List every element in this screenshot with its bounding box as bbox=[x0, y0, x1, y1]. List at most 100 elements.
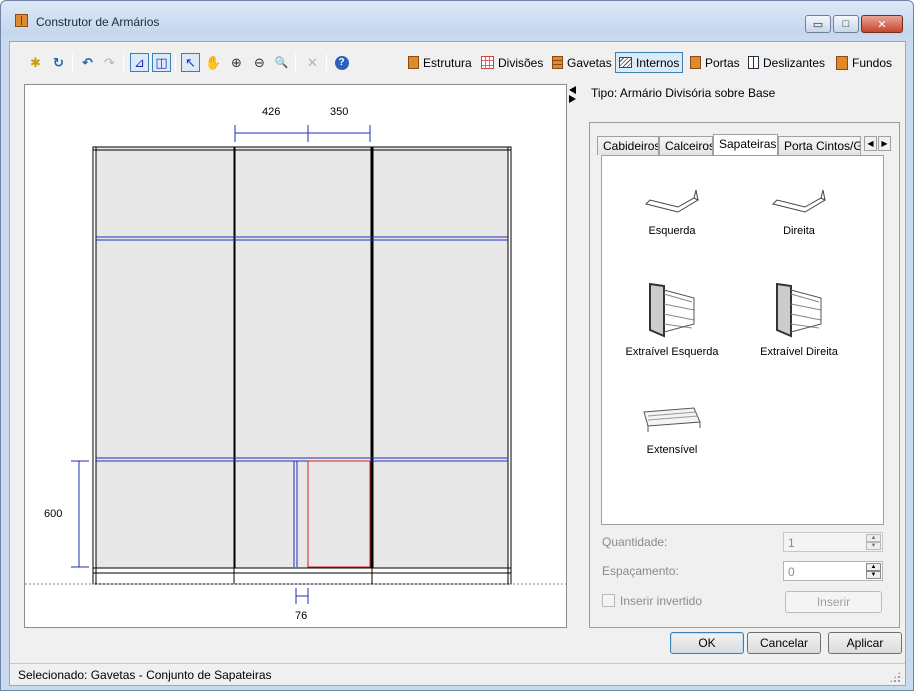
toolbar-separator bbox=[175, 54, 176, 71]
fundos-label: Fundos bbox=[852, 55, 893, 70]
divisoes-label: Divisões bbox=[498, 55, 544, 70]
help-button[interactable]: ? bbox=[332, 53, 351, 72]
shoe-rack-extraivel-esquerda[interactable]: Extraível Esquerda bbox=[612, 280, 732, 358]
tab-cabideiros[interactable]: Cabideiros bbox=[597, 136, 659, 155]
cabinet-type-label: Tipo: Armário Divisória sobre Base bbox=[591, 86, 776, 100]
tab-scroll-right-icon[interactable]: ▶ bbox=[878, 136, 891, 151]
portas-label: Portas bbox=[705, 55, 740, 70]
status-text: Selecionado: Gavetas - Conjunto de Sapat… bbox=[18, 668, 272, 682]
shoe-rack-right-icon bbox=[772, 189, 827, 213]
inserir-invertido-label: Inserir invertido bbox=[620, 594, 703, 608]
minimize-button[interactable]: ▭ bbox=[805, 15, 831, 33]
toolbar: ✱ ↻ ↶ ↷ ⊿ ◫ ↖ ✋ ⊕ ⊖ 🔍 ✕ ? Estrutura Divi… bbox=[10, 42, 905, 82]
zoom-fit-icon[interactable]: 🔍 bbox=[272, 53, 291, 72]
new-icon[interactable]: ✱ bbox=[26, 53, 45, 72]
drawer-icon bbox=[552, 56, 563, 69]
toolbar-separator bbox=[295, 54, 296, 71]
sliding-door-icon bbox=[748, 56, 759, 69]
undo-icon[interactable]: ↶ bbox=[78, 53, 97, 72]
apply-button[interactable]: Aplicar bbox=[828, 632, 902, 654]
view-a-icon[interactable]: ⊿ bbox=[130, 53, 149, 72]
quantidade-down-icon[interactable]: ▼ bbox=[866, 542, 881, 550]
espacamento-label: Espaçamento: bbox=[602, 564, 679, 578]
espacamento-value: 0 bbox=[788, 565, 795, 579]
close-button[interactable]: ✕ bbox=[861, 15, 903, 33]
deslizantes-button[interactable]: Deslizantes bbox=[745, 52, 828, 73]
inserir-invertido-box bbox=[602, 594, 615, 607]
shoe-rack-direita-label: Direita bbox=[783, 225, 815, 237]
pan-hand-icon[interactable]: ✋ bbox=[204, 53, 223, 72]
refresh-icon[interactable]: ↻ bbox=[49, 53, 68, 72]
grid-icon bbox=[481, 56, 494, 69]
estrutura-label: Estrutura bbox=[423, 55, 472, 70]
espacamento-down-icon[interactable]: ▼ bbox=[866, 571, 881, 579]
espacamento-up-icon[interactable]: ▲ bbox=[866, 563, 881, 571]
quantidade-up-icon[interactable]: ▲ bbox=[866, 534, 881, 542]
zoom-in-icon[interactable]: ⊕ bbox=[227, 53, 246, 72]
internos-label: Internos bbox=[636, 55, 680, 70]
estrutura-button[interactable]: Estrutura bbox=[405, 52, 475, 73]
toolbar-separator bbox=[326, 54, 327, 71]
quantidade-value: 1 bbox=[788, 536, 795, 550]
shoe-rack-extraivel-direita[interactable]: Extraível Direita bbox=[739, 280, 859, 358]
shoe-rack-extensivel-label: Extensível bbox=[646, 444, 698, 456]
toolbar-separator bbox=[72, 54, 73, 71]
bottom-dimension bbox=[295, 588, 309, 604]
pullout-rack-right-icon bbox=[776, 282, 822, 338]
internos-panel: Cabideiros Calceiros Sapateiras Porta Ci… bbox=[589, 122, 900, 628]
shoe-rack-direita[interactable]: Direita bbox=[739, 174, 859, 237]
quantidade-stepper[interactable]: 1 ▲ ▼ bbox=[783, 532, 883, 552]
door-icon bbox=[690, 56, 701, 69]
internos-tabs: Cabideiros Calceiros Sapateiras Porta Ci… bbox=[597, 134, 894, 155]
close-icon: ✕ bbox=[877, 18, 887, 31]
extendable-rack-icon bbox=[643, 407, 701, 432]
ok-button[interactable]: OK bbox=[670, 632, 744, 654]
gavetas-button[interactable]: Gavetas bbox=[549, 52, 615, 73]
left-dimension bbox=[71, 460, 89, 568]
window-title: Construtor de Armários bbox=[36, 15, 160, 29]
dimension-top-left: 426 bbox=[262, 106, 280, 118]
toolbar-separator bbox=[123, 54, 124, 71]
select-pointer-icon[interactable]: ↖ bbox=[181, 53, 200, 72]
zoom-out-icon[interactable]: ⊖ bbox=[250, 53, 269, 72]
tab-porta-cintos[interactable]: Porta Cintos/Gra bbox=[778, 136, 861, 155]
delete-icon[interactable]: ✕ bbox=[303, 53, 322, 72]
espacamento-stepper[interactable]: 0 ▲ ▼ bbox=[783, 561, 883, 581]
tab-scroll-left-icon[interactable]: ◀ bbox=[864, 136, 877, 151]
quantidade-label: Quantidade: bbox=[602, 535, 668, 549]
shoe-rack-left-icon bbox=[645, 189, 700, 213]
maximize-button[interactable]: □ bbox=[833, 15, 859, 33]
wardrobe-drawing: 426 350 600 76 bbox=[25, 106, 566, 622]
wardrobe-app-icon bbox=[15, 14, 28, 27]
back-panel-icon bbox=[836, 55, 848, 70]
maximize-icon: □ bbox=[842, 18, 850, 30]
redo-icon[interactable]: ↷ bbox=[100, 53, 119, 72]
dimension-left: 600 bbox=[44, 508, 62, 520]
shoe-rack-esquerda-label: Esquerda bbox=[648, 225, 696, 237]
portas-button[interactable]: Portas bbox=[687, 52, 743, 73]
drawing-canvas[interactable]: 426 350 600 76 bbox=[24, 84, 567, 628]
resize-grip-icon[interactable] bbox=[889, 671, 901, 683]
sapateiras-page: Esquerda Direita Extraível Esquerda Extr… bbox=[601, 155, 884, 525]
cancel-button[interactable]: Cancelar bbox=[747, 632, 821, 654]
internos-button[interactable]: Internos bbox=[615, 52, 684, 73]
dimension-bottom: 76 bbox=[295, 610, 307, 622]
inserir-button[interactable]: Inserir bbox=[785, 591, 882, 613]
dimension-top-right: 350 bbox=[330, 106, 348, 118]
shoe-rack-esquerda[interactable]: Esquerda bbox=[612, 174, 732, 237]
app-window: Construtor de Armários ▭ □ ✕ ✱ ↻ ↶ ↷ ⊿ ◫… bbox=[0, 0, 914, 691]
shoe-rack-extensivel[interactable]: Extensível bbox=[612, 402, 732, 456]
deslizantes-label: Deslizantes bbox=[763, 55, 826, 70]
minimize-icon: ▭ bbox=[812, 18, 824, 31]
divisoes-button[interactable]: Divisões bbox=[478, 52, 546, 73]
tab-sapateiras[interactable]: Sapateiras bbox=[713, 134, 778, 155]
collapse-arrows-icon[interactable] bbox=[568, 85, 578, 105]
fundos-button[interactable]: Fundos bbox=[833, 52, 895, 73]
wardrobe-icon bbox=[408, 56, 419, 69]
tab-calceiros[interactable]: Calceiros bbox=[659, 136, 713, 155]
top-dimension bbox=[234, 125, 371, 142]
client-area: ✱ ↻ ↶ ↷ ⊿ ◫ ↖ ✋ ⊕ ⊖ 🔍 ✕ ? Estrutura Divi… bbox=[9, 41, 906, 686]
help-icon: ? bbox=[334, 55, 349, 70]
status-bar: Selecionado: Gavetas - Conjunto de Sapat… bbox=[10, 663, 905, 685]
view-b-icon[interactable]: ◫ bbox=[152, 53, 171, 72]
